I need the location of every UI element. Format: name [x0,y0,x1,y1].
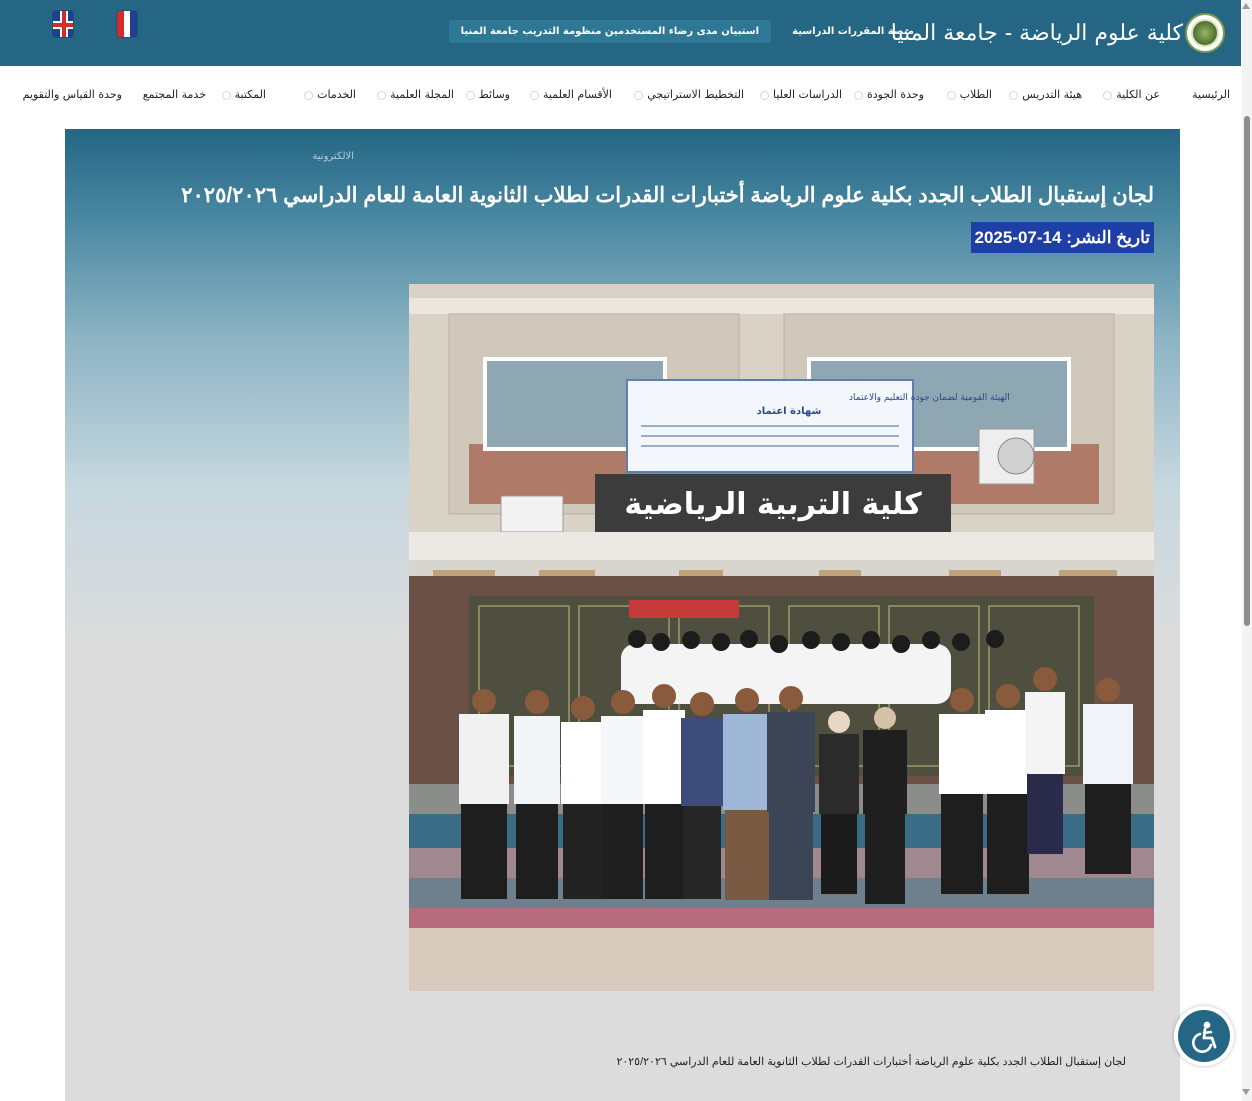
nav-item-graduate-studies[interactable]: الدراسات العليا [760,88,842,101]
article-category[interactable]: الالكترونية [312,151,354,162]
scroll-down-icon[interactable] [1242,1089,1250,1095]
wheelchair-icon [1192,1021,1217,1053]
site-brand[interactable]: كلية علوم الرياضة - جامعة المنيا [891,11,1225,55]
article-photo[interactable]: الهيئة القومية لضمان جودة التعليم والاعت… [409,284,1154,991]
article-title: لجان إستقبال الطلاب الجدد بكلية علوم الر… [181,184,1154,207]
photo-caption: لجان إستقبال الطلاب الجدد بكلية علوم الر… [616,1056,1126,1068]
nav-item-services[interactable]: الخدمات [304,88,356,101]
english-flag-icon[interactable] [52,10,74,38]
top-header: كلية علوم الرياضة - جامعة المنيا منصة ال… [0,0,1241,66]
nav-item-journal[interactable]: المجلة العلمية [377,88,454,101]
nav-item-faculty[interactable]: هيئة التدريس [1009,88,1082,101]
nav-item-media[interactable]: وسائط [465,88,510,101]
nav-item-library[interactable]: المكتبة [221,88,266,101]
nav-item-home[interactable]: الرئيسية [1192,88,1230,101]
nav-item-assessment-unit[interactable]: وحدة القياس والتقويم [23,88,122,101]
nav-item-community-service[interactable]: خدمة المجتمع [143,88,206,101]
french-flag-icon[interactable] [116,10,138,38]
page-scrollbar[interactable] [1242,0,1252,1101]
main-nav: الرئيسية عن الكلية هيئة التدريس الطلاب و… [0,88,1252,108]
article-photo-illustration: الهيئة القومية لضمان جودة التعليم والاعت… [409,284,1154,991]
satisfaction-survey-link[interactable]: استبيان مدى رضاء المستخدمين منظومة التدر… [448,20,771,43]
university-logo [1185,13,1225,53]
nav-item-departments[interactable]: الأقسام العلمية [530,88,612,101]
publish-date: تاريخ النشر: 2025-07-14 [970,222,1154,253]
article-panel: الالكترونية لجان إستقبال الطلاب الجدد بك… [65,129,1180,1101]
scroll-up-icon[interactable] [1242,3,1250,9]
nav-item-quality-unit[interactable]: وحدة الجودة [854,88,924,101]
scroll-thumb[interactable] [1244,116,1250,626]
publish-date-label: تاريخ النشر: [1066,228,1150,247]
nav-item-strategic-planning[interactable]: التخطيط الاستراتيجي [634,88,744,101]
courses-platform-link[interactable]: منصة المقررات الدراسية [792,26,914,37]
building-sign-text: كلية التربية الرياضية [624,487,922,522]
certificate-title: الهيئة القومية لضمان جودة التعليم والاعت… [849,393,1010,403]
site-title: كلية علوم الرياضة - جامعة المنيا [890,20,1183,46]
accessibility-button[interactable] [1174,1006,1234,1066]
nav-item-students[interactable]: الطلاب [946,88,992,101]
certificate-subtitle: شهادة اعتماد [757,406,822,417]
nav-item-about[interactable]: عن الكلية [1103,88,1160,101]
publish-date-value: 2025-07-14 [974,228,1062,247]
